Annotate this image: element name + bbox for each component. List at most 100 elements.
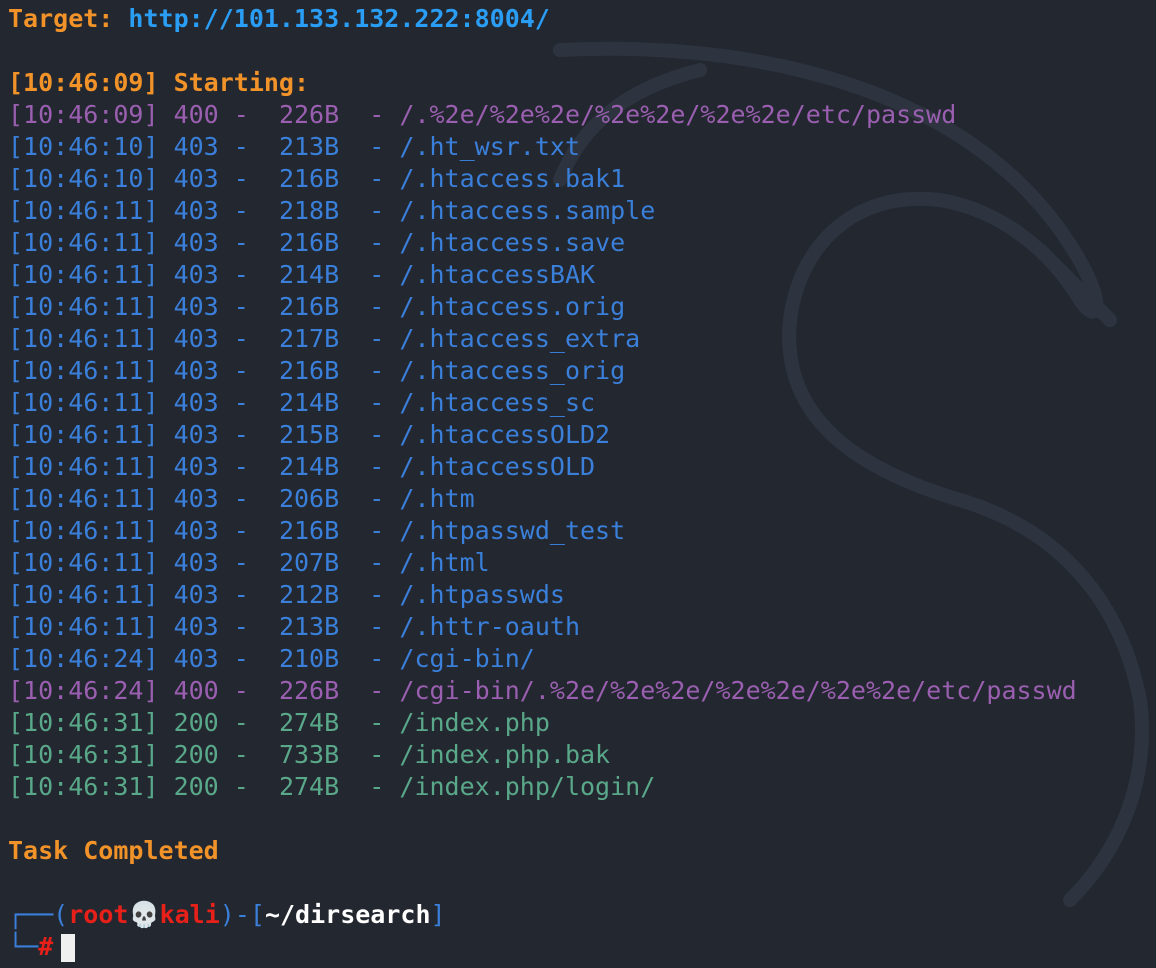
result-status: 200 bbox=[173, 708, 219, 737]
result-path: /.htaccess.orig bbox=[399, 292, 626, 321]
result-time: [10:46:10] bbox=[8, 164, 159, 193]
result-path: /.htm bbox=[399, 484, 475, 513]
result-size: 213B bbox=[278, 612, 340, 641]
prompt-separator: )-[ bbox=[219, 900, 265, 929]
prompt-host: kali bbox=[159, 900, 220, 929]
result-path: /index.php.bak bbox=[399, 740, 611, 769]
result-row: [10:46:11] 403 - 212B - /.htpasswds bbox=[8, 580, 565, 609]
result-path: /.htaccessOLD bbox=[399, 452, 596, 481]
prompt-bracket-close: ] bbox=[430, 900, 446, 929]
result-path: /.htaccess_extra bbox=[399, 324, 641, 353]
result-status: 403 bbox=[173, 292, 219, 321]
result-status: 403 bbox=[173, 516, 219, 545]
result-row: [10:46:11] 403 - 216B - /.htaccess.orig bbox=[8, 292, 626, 321]
result-path: /.html bbox=[399, 548, 490, 577]
result-size: 216B bbox=[278, 516, 340, 545]
result-path: /.ht_wsr.txt bbox=[399, 132, 581, 161]
prompt-symbol: # bbox=[38, 932, 54, 961]
result-row: [10:46:11] 403 - 206B - /.htm bbox=[8, 484, 475, 513]
result-size: 226B bbox=[278, 100, 340, 129]
result-size: 212B bbox=[278, 580, 340, 609]
result-time: [10:46:11] bbox=[8, 292, 159, 321]
skull-icon: 💀 bbox=[128, 900, 160, 929]
prompt-corner-top: ┌──( bbox=[8, 900, 69, 929]
result-status: 403 bbox=[173, 612, 219, 641]
result-size: 213B bbox=[278, 132, 340, 161]
result-row: [10:46:11] 403 - 214B - /.htaccessBAK bbox=[8, 260, 596, 289]
result-path: /cgi-bin/ bbox=[399, 644, 535, 673]
result-time: [10:46:09] bbox=[8, 100, 159, 129]
terminal-cursor[interactable] bbox=[61, 934, 76, 962]
result-status: 403 bbox=[173, 132, 219, 161]
result-size: 214B bbox=[278, 260, 340, 289]
result-time: [10:46:10] bbox=[8, 132, 159, 161]
result-time: [10:46:11] bbox=[8, 356, 159, 385]
result-status: 403 bbox=[173, 388, 219, 417]
terminal-output: Target: http://101.133.132.222:8004/ [10… bbox=[0, 0, 1156, 963]
result-size: 274B bbox=[278, 772, 340, 801]
result-row: [10:46:31] 200 - 274B - /index.php bbox=[8, 708, 550, 737]
result-status: 403 bbox=[173, 356, 219, 385]
result-time: [10:46:11] bbox=[8, 324, 159, 353]
result-time: [10:46:31] bbox=[8, 740, 159, 769]
result-row: [10:46:11] 403 - 214B - /.htaccess_sc bbox=[8, 388, 596, 417]
result-time: [10:46:11] bbox=[8, 612, 159, 641]
result-path: /index.php bbox=[399, 708, 550, 737]
result-path: /cgi-bin/.%2e/%2e%2e/%2e%2e/%2e%2e/etc/p… bbox=[399, 676, 1077, 705]
prompt-corner-bottom: └─ bbox=[8, 932, 39, 961]
result-status: 400 bbox=[173, 100, 219, 129]
result-size: 274B bbox=[278, 708, 340, 737]
result-path: /.htaccess.save bbox=[399, 228, 626, 257]
result-status: 403 bbox=[173, 260, 219, 289]
result-row: [10:46:10] 403 - 216B - /.htaccess.bak1 bbox=[8, 164, 626, 193]
task-completed: Task Completed bbox=[8, 836, 219, 865]
result-row: [10:46:31] 200 - 733B - /index.php.bak bbox=[8, 740, 611, 769]
result-row: [10:46:24] 400 - 226B - /cgi-bin/.%2e/%2… bbox=[8, 676, 1077, 705]
prompt-line-2[interactable]: └─# bbox=[8, 931, 1156, 963]
result-status: 403 bbox=[173, 196, 219, 225]
result-size: 210B bbox=[278, 644, 340, 673]
result-size: 206B bbox=[278, 484, 340, 513]
result-size: 733B bbox=[278, 740, 340, 769]
result-row: [10:46:11] 403 - 215B - /.htaccessOLD2 bbox=[8, 420, 611, 449]
result-path: /.httr-oauth bbox=[399, 612, 581, 641]
prompt-cwd: ~/dirsearch bbox=[264, 900, 431, 929]
result-status: 200 bbox=[173, 740, 219, 769]
result-status: 400 bbox=[173, 676, 219, 705]
result-status: 403 bbox=[173, 548, 219, 577]
result-time: [10:46:24] bbox=[8, 644, 159, 673]
result-size: 226B bbox=[278, 676, 340, 705]
result-path: /.htaccessOLD2 bbox=[399, 420, 611, 449]
result-path: /.htaccessBAK bbox=[399, 260, 596, 289]
result-time: [10:46:11] bbox=[8, 228, 159, 257]
result-path: /index.php/login/ bbox=[399, 772, 656, 801]
target-label: Target: bbox=[8, 4, 114, 33]
result-size: 216B bbox=[278, 292, 340, 321]
result-row: [10:46:11] 403 - 216B - /.htaccess.save bbox=[8, 228, 626, 257]
results-list: [10:46:09] 400 - 226B - /.%2e/%2e%2e/%2e… bbox=[8, 99, 1156, 803]
result-time: [10:46:24] bbox=[8, 676, 159, 705]
result-status: 403 bbox=[173, 452, 219, 481]
prompt-line-1: ┌──(root💀kali)-[~/dirsearch] bbox=[8, 899, 1156, 931]
start-label: Starting: bbox=[173, 68, 310, 97]
result-time: [10:46:11] bbox=[8, 452, 159, 481]
result-status: 403 bbox=[173, 644, 219, 673]
result-row: [10:46:10] 403 - 213B - /.ht_wsr.txt bbox=[8, 132, 581, 161]
result-size: 214B bbox=[278, 388, 340, 417]
result-row: [10:46:11] 403 - 216B - /.htpasswd_test bbox=[8, 516, 626, 545]
result-time: [10:46:11] bbox=[8, 420, 159, 449]
result-row: [10:46:11] 403 - 213B - /.httr-oauth bbox=[8, 612, 581, 641]
result-row: [10:46:11] 403 - 217B - /.htaccess_extra bbox=[8, 324, 641, 353]
result-path: /.htaccess_sc bbox=[399, 388, 596, 417]
result-row: [10:46:09] 400 - 226B - /.%2e/%2e%2e/%2e… bbox=[8, 100, 957, 129]
result-time: [10:46:11] bbox=[8, 516, 159, 545]
result-size: 216B bbox=[278, 228, 340, 257]
result-time: [10:46:11] bbox=[8, 196, 159, 225]
result-time: [10:46:11] bbox=[8, 388, 159, 417]
result-status: 200 bbox=[173, 772, 219, 801]
result-row: [10:46:11] 403 - 216B - /.htaccess_orig bbox=[8, 356, 626, 385]
result-path: /.htaccess.bak1 bbox=[399, 164, 626, 193]
